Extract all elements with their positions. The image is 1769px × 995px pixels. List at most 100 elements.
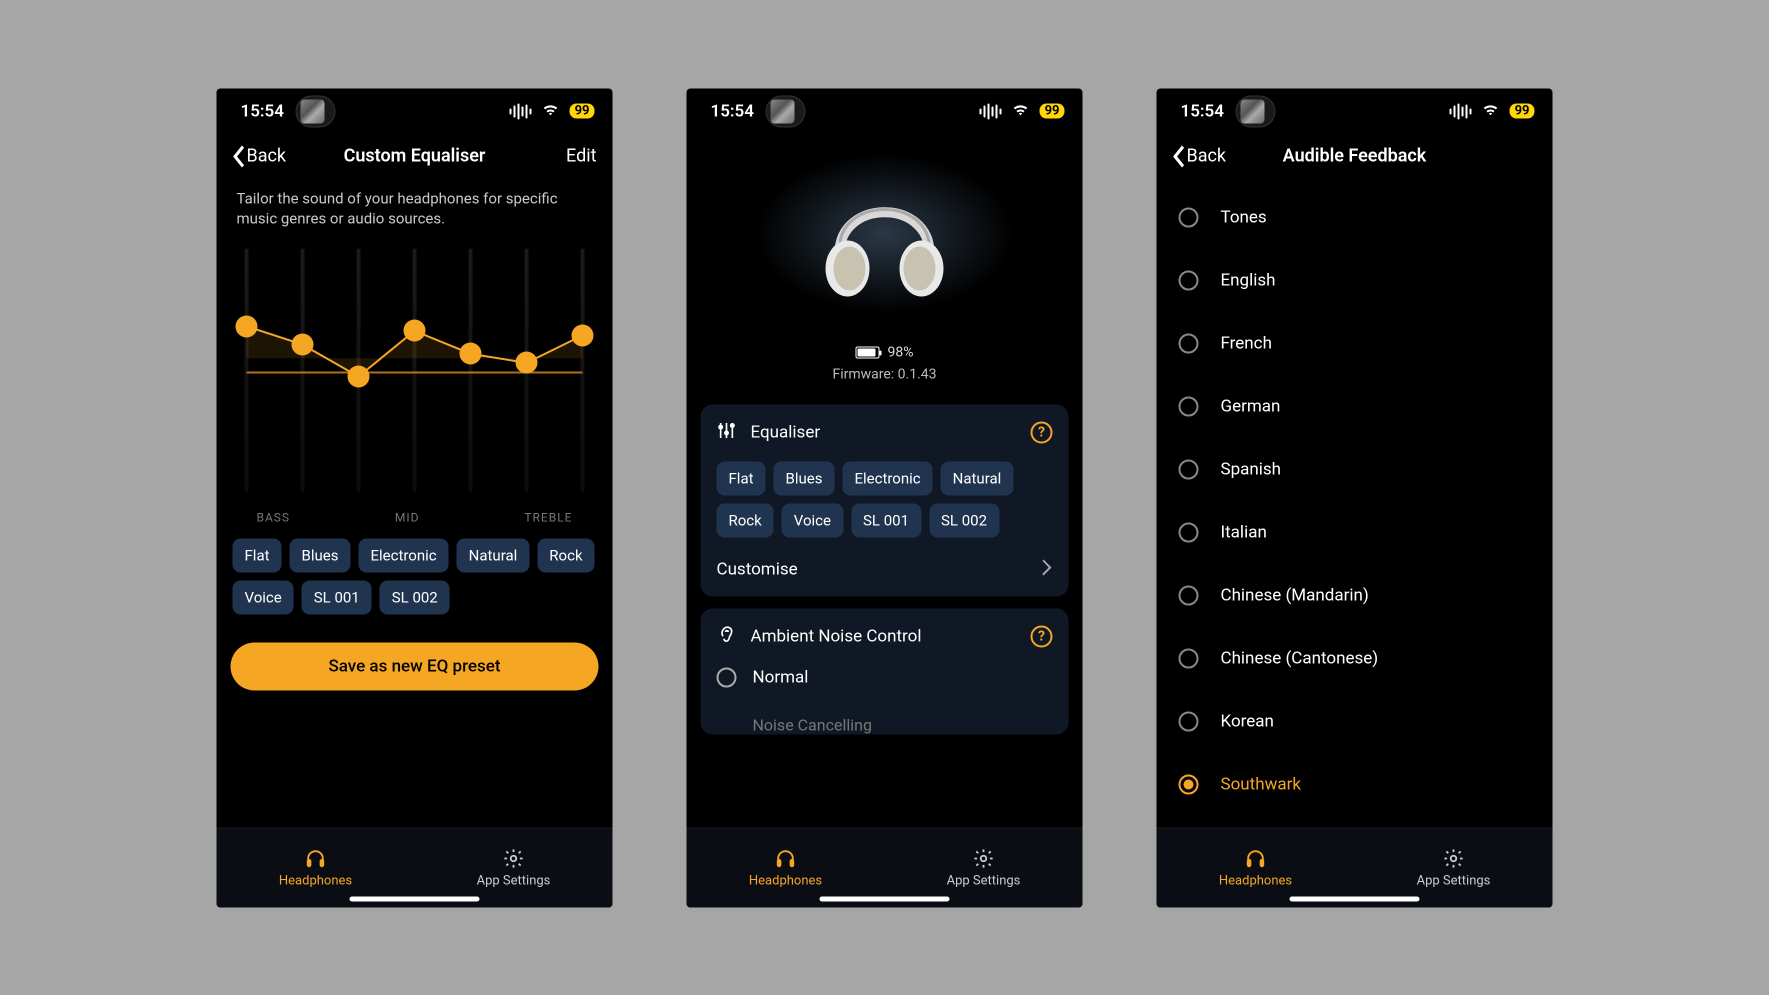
option-label: Tones bbox=[1221, 208, 1267, 228]
feedback-option[interactable]: Chinese (Mandarin) bbox=[1179, 564, 1553, 627]
headphones-image bbox=[810, 158, 960, 308]
back-button[interactable]: Back bbox=[1171, 145, 1227, 167]
anc-option-cutoff: Noise Cancelling bbox=[717, 687, 1053, 734]
tab-bar: Headphones App Settings bbox=[217, 827, 613, 907]
eq-handle[interactable] bbox=[404, 320, 426, 342]
eq-handle[interactable] bbox=[292, 334, 314, 356]
feedback-options: Tones English French German SpanishItalian Ch… bbox=[1157, 178, 1553, 816]
preset-chip[interactable]: Blues bbox=[290, 539, 351, 573]
help-icon[interactable]: ? bbox=[1031, 626, 1053, 648]
option-label: Chinese (Mandarin) bbox=[1221, 586, 1369, 606]
feedback-option[interactable]: French bbox=[1179, 312, 1553, 375]
home-indicator[interactable] bbox=[820, 896, 950, 901]
feedback-option[interactable]: Spanish bbox=[1179, 438, 1553, 501]
save-preset-button[interactable]: Save as new EQ preset bbox=[231, 643, 599, 691]
home-indicator[interactable] bbox=[1290, 896, 1420, 901]
wifi-icon bbox=[542, 101, 560, 121]
preset-chips: FlatBluesElectronicNaturalRockVoiceSL 00… bbox=[217, 531, 613, 615]
equaliser-card: Equaliser ? FlatBluesElectronic Natural Ro… bbox=[701, 404, 1069, 596]
preset-chip[interactable]: Voice bbox=[782, 503, 843, 537]
feedback-option[interactable]: Korean bbox=[1179, 690, 1553, 753]
device-hero: 98% Firmware: 0.1.43 bbox=[687, 134, 1083, 392]
preset-chip[interactable]: Blues bbox=[774, 461, 835, 495]
sliders-icon bbox=[717, 420, 737, 445]
feedback-option[interactable]: Southwark bbox=[1179, 753, 1553, 816]
preset-chip[interactable]: Electronic bbox=[358, 539, 448, 573]
radio-icon bbox=[1179, 649, 1199, 669]
firmware-label: Firmware: 0.1.43 bbox=[832, 366, 936, 382]
option-label: French bbox=[1221, 334, 1272, 354]
preset-chip[interactable]: Natural bbox=[941, 461, 1014, 495]
phone-custom-equaliser: 15:54 99 Back Custom Equaliser Edit Tail… bbox=[217, 88, 613, 907]
battery-badge: 99 bbox=[1040, 104, 1065, 119]
feedback-option[interactable]: English bbox=[1179, 249, 1553, 312]
tab-label: App Settings bbox=[477, 873, 551, 888]
audio-visualizer-icon bbox=[1450, 103, 1472, 119]
preset-chip[interactable]: SL 001 bbox=[851, 503, 921, 537]
nav-header: Back Custom Equaliser Edit bbox=[217, 134, 613, 178]
preset-chip[interactable]: Electronic bbox=[842, 461, 932, 495]
back-button[interactable]: Back bbox=[231, 145, 287, 167]
radio-icon bbox=[1179, 271, 1199, 291]
help-icon[interactable]: ? bbox=[1031, 422, 1053, 444]
option-label: Chinese (Cantonese) bbox=[1221, 649, 1379, 669]
edit-button[interactable]: Edit bbox=[566, 146, 596, 167]
anc-card: Ambient Noise Control ? Normal Noise Can… bbox=[701, 608, 1069, 734]
tab-label: Headphones bbox=[279, 873, 352, 888]
feedback-option[interactable]: Italian bbox=[1179, 501, 1553, 564]
radio-icon bbox=[1179, 712, 1199, 732]
radio-icon bbox=[1179, 208, 1199, 228]
chevron-right-icon bbox=[1043, 559, 1053, 580]
equaliser-graph[interactable]: BASS MID TREBLE bbox=[217, 241, 613, 531]
tab-label: App Settings bbox=[1417, 873, 1491, 888]
eq-handle[interactable] bbox=[236, 315, 258, 337]
customise-row[interactable]: Customise bbox=[717, 537, 1053, 580]
feedback-option[interactable]: Tones bbox=[1179, 186, 1553, 249]
back-label: Back bbox=[1187, 146, 1227, 167]
preset-chip[interactable]: Voice bbox=[233, 581, 294, 615]
description: Tailor the sound of your headphones for … bbox=[217, 178, 613, 235]
option-label: German bbox=[1221, 397, 1281, 417]
gear-icon bbox=[503, 847, 525, 869]
tab-label: App Settings bbox=[947, 873, 1021, 888]
card-title: Ambient Noise Control bbox=[751, 627, 922, 647]
chevron-left-icon bbox=[1171, 145, 1185, 167]
eq-handle[interactable] bbox=[348, 366, 370, 388]
battery-icon bbox=[856, 346, 880, 358]
preset-chip[interactable]: Flat bbox=[717, 461, 766, 495]
battery-badge: 99 bbox=[570, 104, 595, 119]
eq-handle[interactable] bbox=[516, 352, 538, 374]
option-label: English bbox=[1221, 271, 1276, 291]
eq-handle[interactable] bbox=[460, 343, 482, 365]
preset-chip[interactable]: Rock bbox=[717, 503, 774, 537]
nav-header: Back Audible Feedback bbox=[1157, 134, 1553, 178]
preset-chip[interactable]: Flat bbox=[233, 539, 282, 573]
feedback-option[interactable]: German bbox=[1179, 375, 1553, 438]
card-title: Equaliser bbox=[751, 423, 821, 443]
status-time: 15:54 bbox=[1181, 101, 1224, 121]
home-indicator[interactable] bbox=[350, 896, 480, 901]
preset-chip[interactable]: SL 001 bbox=[302, 581, 372, 615]
back-label: Back bbox=[247, 146, 287, 167]
preset-chip[interactable]: Rock bbox=[537, 539, 594, 573]
battery-badge: 99 bbox=[1510, 104, 1535, 119]
wifi-icon bbox=[1012, 101, 1030, 121]
tab-bar: Headphones App Settings bbox=[687, 827, 1083, 907]
now-playing-pill[interactable] bbox=[1236, 95, 1276, 127]
axis-treble: TREBLE bbox=[524, 511, 572, 525]
wifi-icon bbox=[1482, 101, 1500, 121]
now-playing-pill[interactable] bbox=[296, 95, 336, 127]
tab-label: Headphones bbox=[1219, 873, 1292, 888]
eq-handle[interactable] bbox=[572, 324, 594, 346]
option-label: Korean bbox=[1221, 712, 1274, 732]
preset-chip[interactable]: Natural bbox=[457, 539, 530, 573]
now-playing-pill[interactable] bbox=[766, 95, 806, 127]
gear-icon bbox=[973, 847, 995, 869]
status-bar: 15:54 99 bbox=[217, 88, 613, 134]
preset-chip[interactable]: SL 002 bbox=[929, 503, 999, 537]
ear-icon bbox=[717, 624, 737, 649]
anc-option-normal[interactable]: Normal bbox=[717, 649, 1053, 687]
feedback-option[interactable]: Chinese (Cantonese) bbox=[1179, 627, 1553, 690]
radio-icon bbox=[1179, 523, 1199, 543]
preset-chip[interactable]: SL 002 bbox=[380, 581, 450, 615]
